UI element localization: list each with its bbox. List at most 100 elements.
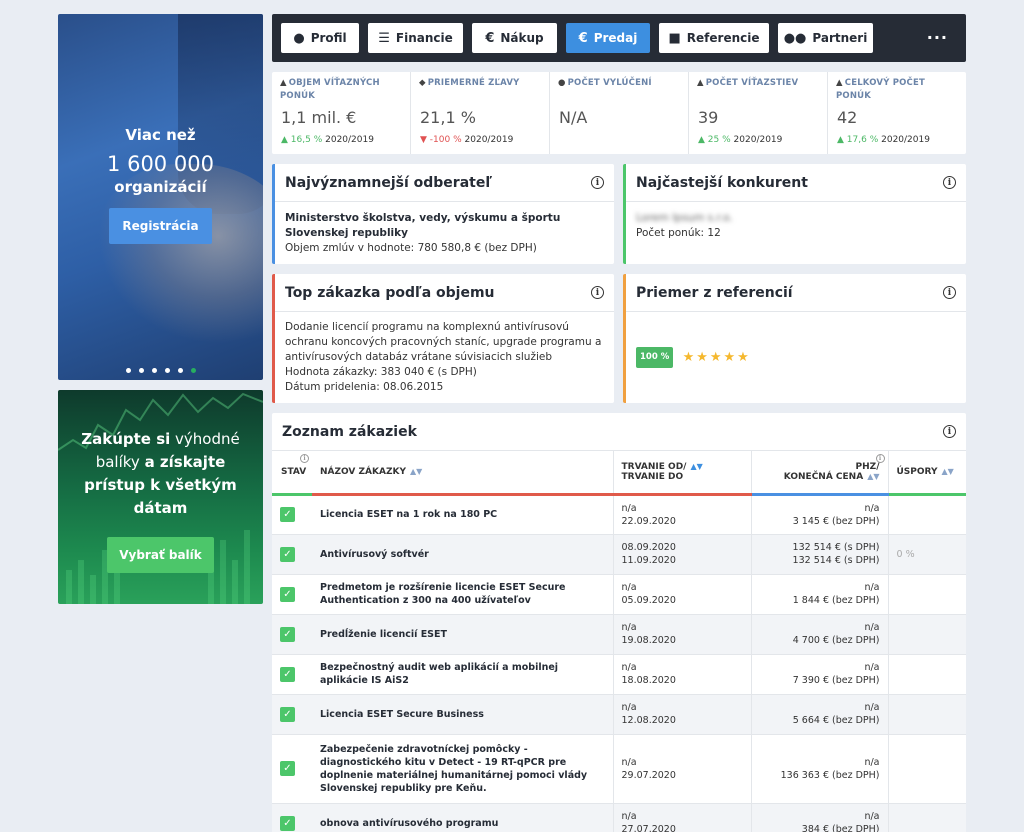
trophy-icon: ▲	[280, 78, 287, 88]
row-duration: n/a 12.08.2020	[612, 694, 751, 735]
table-row[interactable]: ✓ Predmetom je rozšírenie licencie ESET S…	[272, 574, 966, 615]
row-status: ✓	[272, 803, 312, 832]
row-name[interactable]: Licencia ESET Secure Business	[312, 694, 613, 735]
table-row[interactable]: ✓ Licencia ESET na 1 rok na 180 PC n/a 22.0…	[272, 494, 966, 535]
competitor-name: Lorem Ipsum s.r.o.	[636, 212, 733, 224]
row-savings: 0 %	[887, 534, 966, 575]
info-icon[interactable]: i	[300, 454, 309, 463]
table-row[interactable]: ✓ Bezpečnostný audit web aplikácií a mobi…	[272, 654, 966, 695]
info-icon[interactable]: i	[943, 425, 956, 438]
check-icon: ✓	[280, 546, 295, 562]
reference-rating-card: Priemer z referencií i 100 % ★★★★★	[623, 274, 966, 403]
carousel-dot[interactable]	[177, 368, 183, 373]
table-body: ✓ Licencia ESET na 1 rok na 180 PC n/a 22.0…	[272, 494, 966, 832]
row-status: ✓	[272, 654, 312, 695]
stat-value: 21,1 %	[420, 108, 476, 127]
carousel-dots	[58, 363, 263, 376]
sort-icon[interactable]: ▲▼	[867, 472, 879, 481]
row-name[interactable]: obnova antivírusového programu	[312, 803, 613, 832]
nav-profil[interactable]: ● Profil	[281, 23, 359, 53]
table-row[interactable]: ✓ Zabezpečenie zdravotníckej pomôcky - di…	[272, 734, 966, 804]
registration-banner: Viac než 1 600 000 organizácií Registrác…	[58, 14, 263, 380]
customer-name[interactable]: Ministerstvo školstva, vedy, výskumu a š…	[285, 211, 604, 241]
row-name[interactable]: Zabezpečenie zdravotníckej pomôcky - dia…	[312, 734, 613, 804]
carousel-dot[interactable]	[151, 368, 157, 373]
row-duration: n/a 18.08.2020	[612, 654, 751, 695]
trophy-icon: ▲	[697, 78, 704, 88]
nav-partneri[interactable]: ●● Partneri	[778, 23, 873, 53]
row-price: n/a 136 363 € (bez DPH)	[750, 734, 888, 804]
carousel-dot[interactable]	[164, 368, 170, 373]
carousel-dot[interactable]	[125, 368, 131, 373]
sort-icon[interactable]: ▲▼	[942, 467, 954, 476]
table-row[interactable]: ✓ obnova antivírusového programu n/a 27.07.…	[272, 803, 966, 832]
top-competitor-card: Najčastejší konkurent i Lorem Ipsum s.r.…	[623, 164, 966, 264]
banner-line1: Viac než	[125, 126, 196, 144]
sort-icon[interactable]: ▲▼	[410, 467, 422, 476]
info-icon[interactable]: i	[943, 176, 956, 189]
row-savings	[887, 803, 966, 832]
banner-count: 1 600 000	[107, 152, 214, 176]
check-icon: ✓	[280, 815, 295, 831]
row-savings	[887, 654, 966, 695]
table-title: Zoznam zákaziek	[282, 423, 417, 440]
col-stav[interactable]: STAV i	[272, 451, 312, 496]
row-price: n/a 1 844 € (bez DPH)	[750, 574, 888, 615]
row-name[interactable]: Bezpečnostný audit web aplikácií a mobil…	[312, 654, 613, 695]
col-duration[interactable]: TRVANIE OD/▲▼ TRVANIE DO	[612, 451, 751, 496]
info-icon[interactable]: i	[875, 454, 885, 463]
top-customer-card: Najvýznamnejší odberateľ i Ministerstvo …	[272, 164, 614, 264]
row-price: n/a 4 700 € (bez DPH)	[750, 614, 888, 655]
table-row[interactable]: ✓ Antivírusový softvér 08.09.2020 11.09.202…	[272, 534, 966, 575]
col-name[interactable]: NÁZOV ZÁKAZKY ▲▼	[312, 451, 613, 496]
row-savings	[887, 494, 966, 535]
row-name[interactable]: Predĺženie licencií ESET	[312, 614, 613, 655]
arrow-up-icon: ▲	[281, 135, 288, 145]
nav-predaj[interactable]: € Predaj	[566, 23, 650, 53]
row-name[interactable]: Predmetom je rozšírenie licencie ESET Se…	[312, 574, 613, 615]
carousel-dot[interactable]	[138, 368, 144, 373]
card-title: Najvýznamnejší odberateľ	[285, 174, 493, 191]
col-price[interactable]: PHZ/KONEČNÁ CENA ▲▼ i	[750, 451, 888, 496]
table-row[interactable]: ✓ Licencia ESET Secure Business n/a 12.08.2…	[272, 694, 966, 735]
table-row[interactable]: ✓ Predĺženie licencií ESET n/a 19.08.2020 n/…	[272, 614, 966, 655]
stat-value: 39	[698, 108, 719, 127]
check-icon: ✓	[280, 626, 295, 642]
tag-icon: ◆	[419, 78, 426, 88]
banner-line3: organizácií	[114, 178, 207, 196]
row-price: n/a 7 390 € (bez DPH)	[750, 654, 888, 695]
row-name[interactable]: Antivírusový softvér	[312, 534, 613, 575]
nav-nakup[interactable]: € Nákup	[472, 23, 557, 53]
row-savings	[887, 734, 966, 804]
euro-icon: €	[578, 30, 588, 46]
nav-referencie[interactable]: ■ Referencie	[659, 23, 769, 53]
col-savings[interactable]: ÚSPORY ▲▼	[887, 451, 966, 496]
row-price: n/a 384 € (bez DPH)	[750, 803, 888, 832]
customer-detail: Objem zmlúv v hodnote: 780 580,8 € (bez …	[285, 242, 537, 254]
stat-vitazstva: ▲ POČET VÍŤAZSTIEV 39 ▲ 25 % 2020/2019	[689, 72, 828, 154]
row-duration: n/a 05.09.2020	[612, 574, 751, 615]
check-icon: ✓	[280, 666, 295, 682]
card-title: Top zákazka podľa objemu	[285, 284, 495, 301]
row-price: n/a 3 145 € (bez DPH)	[750, 494, 888, 535]
check-icon: ✓	[280, 507, 295, 522]
nav-financie[interactable]: ☰ Financie	[368, 23, 463, 53]
contracts-list: Zoznam zákaziek i STAV i NÁZOV ZÁKAZKY ▲▼ …	[272, 413, 966, 832]
registration-button[interactable]: Registrácia	[109, 208, 212, 244]
stat-zlavy: ◆ PRIEMERNÉ ZĽAVY 21,1 % ▼ -100 % 2020/20…	[411, 72, 550, 154]
row-status: ✓	[272, 734, 312, 804]
carousel-dot-active[interactable]	[190, 368, 196, 373]
row-status: ✓	[272, 694, 312, 735]
info-icon[interactable]: i	[591, 176, 604, 189]
stat-value: N/A	[559, 108, 588, 127]
banner-packages-text: Zakúpte si výhodné balíky a získajte prí…	[81, 430, 240, 517]
choose-package-button[interactable]: Vybrať balík	[107, 537, 214, 573]
info-icon[interactable]: i	[591, 286, 604, 299]
more-menu-button[interactable]: ···	[927, 28, 948, 47]
contract-value: Hodnota zákazky: 383 040 € (s DPH)	[285, 366, 477, 378]
sort-icon[interactable]: ▲▼	[690, 462, 702, 471]
user-icon: ●	[558, 78, 566, 88]
row-savings	[887, 694, 966, 735]
row-name[interactable]: Licencia ESET na 1 rok na 180 PC	[312, 494, 613, 535]
info-icon[interactable]: i	[943, 286, 956, 299]
